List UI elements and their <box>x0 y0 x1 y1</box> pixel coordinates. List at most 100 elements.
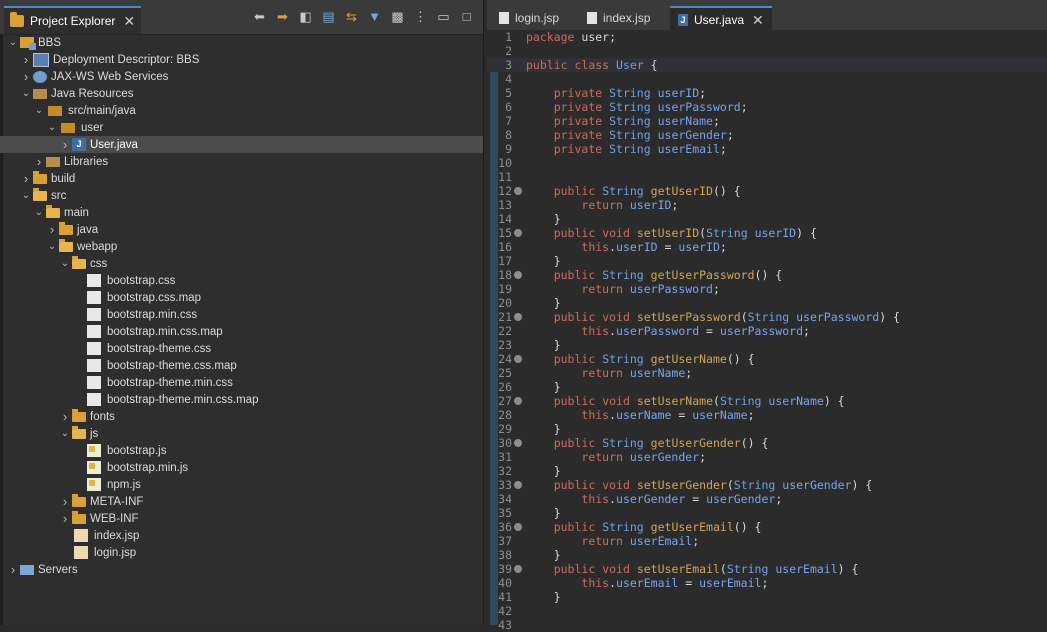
chevron-right-icon[interactable]: › <box>45 222 59 237</box>
code-line[interactable]: 28 this.userName = userName; <box>487 408 1047 422</box>
code-line[interactable]: 10 <box>487 156 1047 170</box>
tree-item[interactable]: ⌄ Java Resources <box>0 85 483 102</box>
code-line[interactable]: 8 private String userGender; <box>487 128 1047 142</box>
tree-item[interactable]: ⌄ src/main/java <box>0 102 483 119</box>
code-line[interactable]: 36 public String getUserEmail() { <box>487 520 1047 534</box>
chevron-down-icon[interactable]: ⌄ <box>58 258 72 269</box>
tree-item[interactable]: bootstrap.min.js <box>0 459 483 476</box>
code-line[interactable]: 25 return userName; <box>487 366 1047 380</box>
working-set-icon[interactable]: ▩ <box>389 8 406 25</box>
code-line[interactable]: 4 <box>487 72 1047 86</box>
tree-item[interactable]: › build <box>0 170 483 187</box>
tab-project-explorer[interactable]: Project Explorer ✕ <box>4 6 142 34</box>
fold-icon[interactable] <box>514 313 522 321</box>
code-line[interactable]: 27 public void setUserName(String userNa… <box>487 394 1047 408</box>
tree-item[interactable]: ⌄ js <box>0 425 483 442</box>
chevron-down-icon[interactable]: ⌄ <box>45 241 59 252</box>
tree-item[interactable]: › Libraries <box>0 153 483 170</box>
code-line[interactable]: 20 } <box>487 296 1047 310</box>
tree-item[interactable]: › java <box>0 221 483 238</box>
code-line[interactable]: 30 public String getUserGender() { <box>487 436 1047 450</box>
minimize-icon[interactable]: ▭ <box>435 8 452 25</box>
code-line[interactable]: 39 public void setUserEmail(String userE… <box>487 562 1047 576</box>
chevron-right-icon[interactable]: › <box>58 409 72 424</box>
chevron-right-icon[interactable]: › <box>58 511 72 526</box>
maximize-icon[interactable]: □ <box>458 8 475 25</box>
tree-item[interactable]: bootstrap.js <box>0 442 483 459</box>
tree-item[interactable]: index.jsp <box>0 527 483 544</box>
code-line[interactable]: 3 public class User { <box>487 58 1047 72</box>
code-line[interactable]: 5 private String userID; <box>487 86 1047 100</box>
link-editor-icon[interactable]: ⇆ <box>343 8 360 25</box>
close-icon[interactable]: ✕ <box>752 12 764 29</box>
tree-item[interactable]: bootstrap.min.css <box>0 306 483 323</box>
close-icon[interactable]: ✕ <box>123 13 135 30</box>
focus-icon[interactable]: ◧ <box>297 8 314 25</box>
code-line[interactable]: 17 } <box>487 254 1047 268</box>
code-line[interactable]: 15 public void setUserID(String userID) … <box>487 226 1047 240</box>
chevron-right-icon[interactable]: › <box>32 154 46 169</box>
fold-icon[interactable] <box>514 565 522 573</box>
code-line[interactable]: 16 this.userID = userID; <box>487 240 1047 254</box>
chevron-right-icon[interactable]: › <box>58 137 72 152</box>
chevron-down-icon[interactable]: ⌄ <box>19 88 33 99</box>
fold-icon[interactable] <box>514 187 522 195</box>
code-line[interactable]: 9 private String userEmail; <box>487 142 1047 156</box>
fold-icon[interactable] <box>514 271 522 279</box>
chevron-right-icon[interactable]: › <box>19 69 33 84</box>
code-line[interactable]: 12 public String getUserID() { <box>487 184 1047 198</box>
code-line[interactable]: 29 } <box>487 422 1047 436</box>
code-line[interactable]: 37 return userEmail; <box>487 534 1047 548</box>
chevron-right-icon[interactable]: › <box>58 494 72 509</box>
tree-item[interactable]: › WEB-INF <box>0 510 483 527</box>
collapse-all-icon[interactable]: ▤ <box>320 8 337 25</box>
code-line[interactable]: 11 <box>487 170 1047 184</box>
tree-item[interactable]: bootstrap-theme.min.css <box>0 374 483 391</box>
fold-icon[interactable] <box>514 229 522 237</box>
chevron-down-icon[interactable]: ⌄ <box>6 37 20 48</box>
code-line[interactable]: 43 <box>487 618 1047 632</box>
code-line[interactable]: 21 public void setUserPassword(String us… <box>487 310 1047 324</box>
tree-item[interactable]: › Deployment Descriptor: BBS <box>0 51 483 68</box>
tree-item[interactable]: bootstrap.css.map <box>0 289 483 306</box>
filter-icon[interactable]: ▼ <box>366 8 383 25</box>
chevron-right-icon[interactable]: › <box>6 562 20 577</box>
code-line[interactable]: 19 return userPassword; <box>487 282 1047 296</box>
tree-item[interactable]: bootstrap.css <box>0 272 483 289</box>
code-line[interactable]: 34 this.userGender = userGender; <box>487 492 1047 506</box>
view-menu-icon[interactable]: ⋮ <box>412 8 429 25</box>
code-line[interactable]: 6 private String userPassword; <box>487 100 1047 114</box>
tree-item[interactable]: › JAX-WS Web Services <box>0 68 483 85</box>
tree-item[interactable]: › META-INF <box>0 493 483 510</box>
fold-icon[interactable] <box>514 439 522 447</box>
editor-tab[interactable]: index.jsp <box>579 6 658 30</box>
code-line[interactable]: 1 package user; <box>487 30 1047 44</box>
chevron-down-icon[interactable]: ⌄ <box>32 105 46 116</box>
tree-item[interactable]: › J User.java <box>0 136 483 153</box>
tree-item[interactable]: ⌄ BBS <box>0 34 483 51</box>
code-line[interactable]: 42 <box>487 604 1047 618</box>
tree-item[interactable]: bootstrap-theme.css.map <box>0 357 483 374</box>
code-line[interactable]: 41 } <box>487 590 1047 604</box>
tree-item[interactable]: bootstrap-theme.css <box>0 340 483 357</box>
fold-icon[interactable] <box>514 481 522 489</box>
tree-item[interactable]: ⌄ user <box>0 119 483 136</box>
fold-icon[interactable] <box>514 355 522 363</box>
tree-item[interactable]: npm.js <box>0 476 483 493</box>
tree-item[interactable]: ⌄ webapp <box>0 238 483 255</box>
code-line[interactable]: 35 } <box>487 506 1047 520</box>
code-line[interactable]: 26 } <box>487 380 1047 394</box>
tree-item[interactable]: › Servers <box>0 561 483 578</box>
editor-tab[interactable]: login.jsp <box>491 6 567 30</box>
code-line[interactable]: 23 } <box>487 338 1047 352</box>
chevron-right-icon[interactable]: › <box>19 171 33 186</box>
tree-item[interactable]: bootstrap-theme.min.css.map <box>0 391 483 408</box>
editor-tab[interactable]: J User.java ✕ <box>670 6 772 32</box>
tree-item[interactable]: bootstrap.min.css.map <box>0 323 483 340</box>
code-line[interactable]: 13 return userID; <box>487 198 1047 212</box>
forward-icon[interactable]: ➡ <box>274 8 291 25</box>
tree-item[interactable]: ⌄ src <box>0 187 483 204</box>
tree-item[interactable]: ⌄ css <box>0 255 483 272</box>
code-line[interactable]: 24 public String getUserName() { <box>487 352 1047 366</box>
chevron-down-icon[interactable]: ⌄ <box>45 122 59 133</box>
